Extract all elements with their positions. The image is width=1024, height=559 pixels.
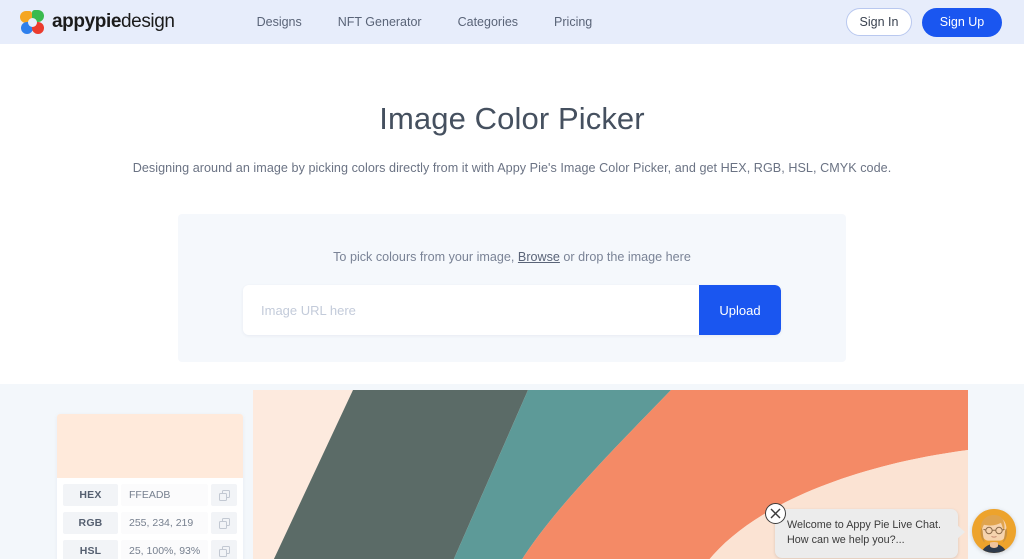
copy-icon[interactable]	[211, 512, 237, 534]
color-row-hex: HEX FFEADB	[63, 484, 237, 506]
site-header: appypiedesign Designs NFT Generator Cate…	[0, 0, 1024, 44]
color-row-hex-label: HEX	[63, 484, 118, 506]
copy-icon[interactable]	[211, 540, 237, 559]
color-row-hsl-value[interactable]: 25, 100%, 93%	[121, 540, 208, 559]
appypie-logo-icon	[20, 9, 45, 35]
upload-panel: To pick colours from your image, Browse …	[178, 214, 846, 362]
chat-message-line-2: How can we help you?...	[787, 533, 905, 546]
color-row-hsl: HSL 25, 100%, 93%	[63, 540, 237, 559]
upload-hint: To pick colours from your image, Browse …	[333, 250, 691, 264]
auth-actions: Sign In Sign Up	[846, 7, 1002, 37]
nav-item-designs[interactable]: Designs	[257, 15, 302, 29]
page-subtitle: Designing around an image by picking col…	[132, 161, 892, 175]
brand-name: appypiedesign	[52, 11, 175, 33]
chat-message-line-1: Welcome to Appy Pie Live Chat.	[787, 519, 942, 531]
nav-item-nft-generator[interactable]: NFT Generator	[338, 15, 422, 29]
color-row-rgb-label: RGB	[63, 512, 118, 534]
upload-hint-prefix: To pick colours from your image,	[333, 250, 515, 264]
color-row-hex-value[interactable]: FFEADB	[121, 484, 208, 506]
brand-name-light: design	[121, 11, 175, 32]
color-preview-swatch[interactable]	[57, 414, 243, 478]
nav-item-categories[interactable]: Categories	[458, 15, 518, 29]
chat-close-icon[interactable]	[765, 503, 786, 524]
chat-welcome-bubble[interactable]: Welcome to Appy Pie Live Chat. How can w…	[775, 509, 965, 558]
sign-in-button[interactable]: Sign In	[846, 8, 912, 36]
color-row-rgb-value[interactable]: 255, 234, 219	[121, 512, 208, 534]
image-url-input[interactable]	[243, 285, 699, 335]
color-row-hsl-label: HSL	[63, 540, 118, 559]
upload-button[interactable]: Upload	[699, 285, 781, 335]
browse-link[interactable]: Browse	[518, 250, 560, 264]
main-nav: Designs NFT Generator Categories Pricing	[257, 15, 593, 29]
upload-input-row: Upload	[243, 285, 781, 335]
hero-section: Image Color Picker Designing around an i…	[0, 44, 1024, 362]
color-swatch-card: HEX FFEADB RGB 255, 234, 219 HSL 25, 100…	[57, 414, 243, 559]
sign-up-button[interactable]: Sign Up	[922, 7, 1002, 37]
brand-name-bold: appypie	[52, 11, 121, 32]
page-title: Image Color Picker	[379, 101, 645, 136]
color-value-rows: HEX FFEADB RGB 255, 234, 219 HSL 25, 100…	[57, 478, 243, 559]
color-row-rgb: RGB 255, 234, 219	[63, 512, 237, 534]
upload-hint-suffix: or drop the image here	[563, 250, 691, 264]
copy-icon[interactable]	[211, 484, 237, 506]
brand-logo[interactable]: appypiedesign	[20, 9, 175, 35]
agent-avatar-icon[interactable]	[972, 509, 1016, 553]
nav-item-pricing[interactable]: Pricing	[554, 15, 592, 29]
